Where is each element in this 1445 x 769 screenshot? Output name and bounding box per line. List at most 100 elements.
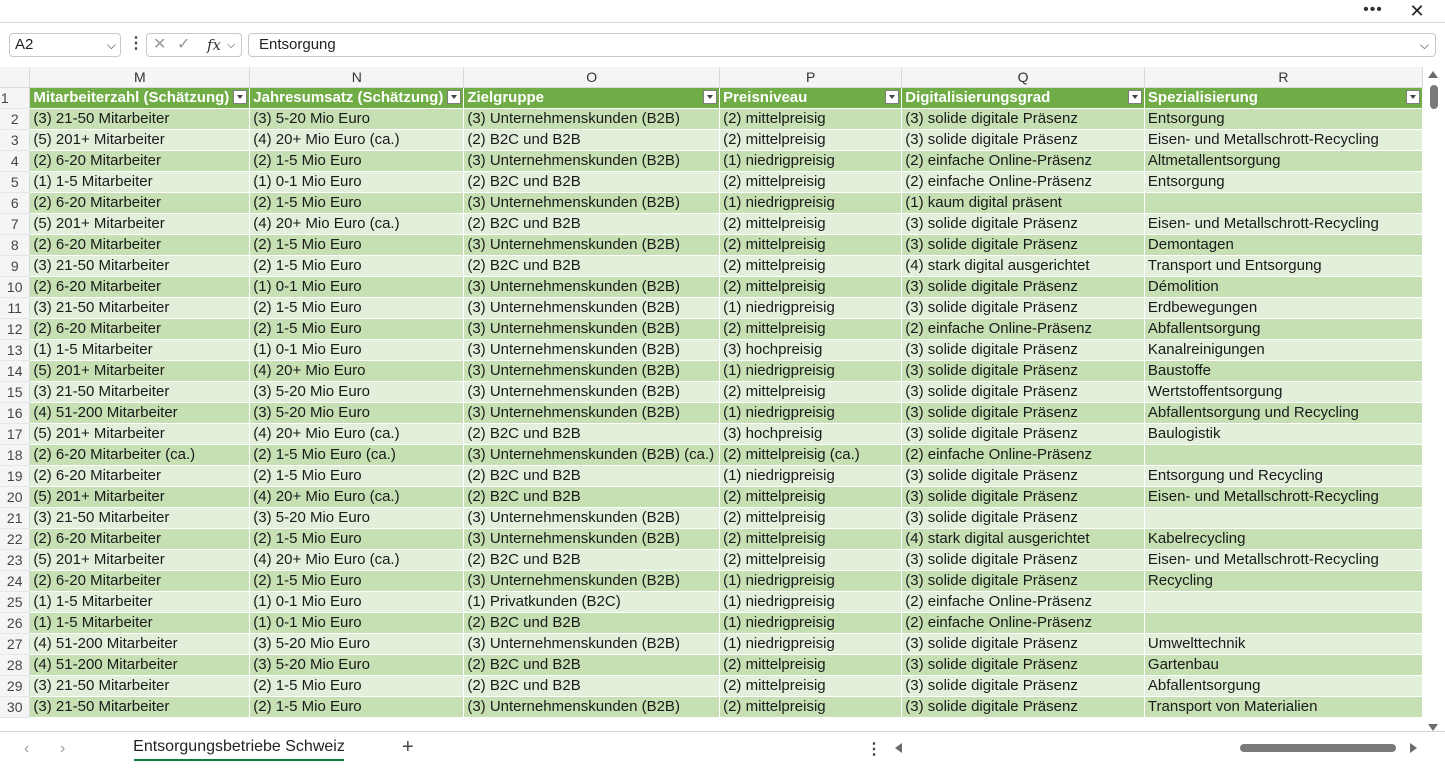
row-number[interactable]: 25 [0, 591, 31, 613]
table-cell[interactable]: (2) 1-5 Mio Euro [249, 150, 465, 172]
table-cell[interactable]: (2) B2C und B2B [463, 213, 721, 235]
table-cell[interactable]: (2) 1-5 Mio Euro [249, 528, 465, 550]
column-header[interactable]: P [719, 67, 903, 88]
table-cell[interactable]: (1) niedrigpreisig [719, 612, 903, 634]
table-cell[interactable]: (2) 6-20 Mitarbeiter [29, 150, 251, 172]
table-cell[interactable]: (5) 201+ Mitarbeiter [29, 360, 251, 382]
table-cell[interactable]: (3) Unternehmenskunden (B2B) [463, 318, 721, 340]
table-cell[interactable]: (3) Unternehmenskunden (B2B) [463, 108, 721, 130]
row-number[interactable]: 24 [0, 570, 31, 592]
scrollbar-thumb[interactable] [1430, 85, 1438, 109]
table-cell[interactable]: (3) Unternehmenskunden (B2B) [463, 276, 721, 298]
table-cell[interactable]: (3) 5-20 Mio Euro [249, 654, 465, 676]
table-cell[interactable]: (2) 1-5 Mio Euro [249, 465, 465, 487]
table-cell[interactable]: Gartenbau [1144, 654, 1423, 676]
table-cell[interactable]: (1) 0-1 Mio Euro [249, 339, 465, 361]
table-cell[interactable]: (5) 201+ Mitarbeiter [29, 549, 251, 571]
header-cell[interactable]: Spezialisierung [1144, 87, 1423, 109]
table-cell[interactable]: (3) Unternehmenskunden (B2B) [463, 507, 721, 529]
table-cell[interactable]: (3) 21-50 Mitarbeiter [29, 297, 251, 319]
table-cell[interactable]: Umwelttechnik [1144, 633, 1423, 655]
table-cell[interactable]: (3) 21-50 Mitarbeiter [29, 255, 251, 277]
header-cell[interactable]: Zielgruppe [463, 87, 721, 109]
table-cell[interactable]: (4) 20+ Mio Euro [249, 360, 465, 382]
table-cell[interactable]: (2) 1-5 Mio Euro [249, 255, 465, 277]
filter-dropdown-icon[interactable] [885, 89, 900, 104]
chevron-down-icon[interactable]: ⌵ [227, 34, 235, 56]
table-cell[interactable]: (1) niedrigpreisig [719, 465, 903, 487]
table-cell[interactable]: (3) hochpreisig [719, 339, 903, 361]
column-header[interactable]: N [249, 67, 465, 88]
table-cell[interactable]: (2) B2C und B2B [463, 549, 721, 571]
table-cell[interactable]: (1) 0-1 Mio Euro [249, 171, 465, 193]
table-cell[interactable]: (2) mittelpreisig [719, 507, 903, 529]
table-cell[interactable]: (1) 1-5 Mitarbeiter [29, 339, 251, 361]
table-cell[interactable]: Eisen- und Metallschrott-Recycling [1144, 129, 1423, 151]
table-cell[interactable]: (3) solide digitale Präsenz [901, 234, 1145, 256]
filter-dropdown-icon[interactable] [703, 89, 718, 104]
table-cell[interactable]: (2) mittelpreisig (ca.) [719, 444, 903, 466]
table-cell[interactable]: Entsorgung und Recycling [1144, 465, 1423, 487]
chevron-down-icon[interactable]: ⌵ [107, 34, 116, 56]
spreadsheet-grid[interactable]: M N O P Q R 1 Mitarbeiterzahl (Schätzung) Jahres… [0, 67, 1423, 737]
table-cell[interactable]: (2) B2C und B2B [463, 612, 721, 634]
row-number[interactable]: 29 [0, 675, 31, 697]
table-cell[interactable]: (3) Unternehmenskunden (B2B) [463, 192, 721, 214]
table-cell[interactable]: (5) 201+ Mitarbeiter [29, 486, 251, 508]
horizontal-scrollbar-thumb[interactable] [1240, 744, 1396, 752]
table-cell[interactable]: (2) einfache Online-Präsenz [901, 591, 1145, 613]
row-number[interactable]: 19 [0, 465, 31, 487]
table-cell[interactable]: (3) 21-50 Mitarbeiter [29, 381, 251, 403]
table-cell[interactable]: (2) mittelpreisig [719, 654, 903, 676]
table-cell[interactable]: (2) 1-5 Mio Euro [249, 318, 465, 340]
row-number[interactable]: 9 [0, 255, 31, 277]
column-header[interactable]: M [29, 67, 251, 88]
row-number[interactable]: 1 [0, 87, 31, 109]
table-cell[interactable]: (1) 1-5 Mitarbeiter [29, 171, 251, 193]
table-cell[interactable]: (1) Privatkunden (B2C) [463, 591, 721, 613]
scroll-left-icon[interactable] [895, 743, 902, 753]
insert-function-icon[interactable]: fx [207, 34, 221, 56]
table-cell[interactable] [1144, 192, 1423, 214]
table-cell[interactable]: (4) 20+ Mio Euro (ca.) [249, 129, 465, 151]
table-cell[interactable]: (2) B2C und B2B [463, 654, 721, 676]
table-cell[interactable]: (3) solide digitale Präsenz [901, 339, 1145, 361]
table-cell[interactable]: (2) einfache Online-Präsenz [901, 444, 1145, 466]
table-cell[interactable]: (1) 0-1 Mio Euro [249, 612, 465, 634]
table-cell[interactable]: (5) 201+ Mitarbeiter [29, 423, 251, 445]
table-cell[interactable]: (2) B2C und B2B [463, 423, 721, 445]
select-all-corner[interactable] [0, 67, 31, 88]
table-cell[interactable]: (2) mittelpreisig [719, 129, 903, 151]
table-cell[interactable]: (4) stark digital ausgerichtet [901, 255, 1145, 277]
table-cell[interactable]: (5) 201+ Mitarbeiter [29, 213, 251, 235]
table-cell[interactable]: (2) B2C und B2B [463, 171, 721, 193]
table-cell[interactable]: (2) 6-20 Mitarbeiter [29, 192, 251, 214]
table-cell[interactable]: (3) solide digitale Präsenz [901, 108, 1145, 130]
table-cell[interactable]: (2) mittelpreisig [719, 549, 903, 571]
table-cell[interactable]: (2) 1-5 Mio Euro [249, 192, 465, 214]
table-cell[interactable]: (4) 20+ Mio Euro (ca.) [249, 423, 465, 445]
table-cell[interactable]: (2) mittelpreisig [719, 486, 903, 508]
table-cell[interactable]: (3) solide digitale Präsenz [901, 276, 1145, 298]
table-cell[interactable]: (3) solide digitale Präsenz [901, 696, 1145, 718]
row-number[interactable]: 16 [0, 402, 31, 424]
row-number[interactable]: 10 [0, 276, 31, 298]
table-cell[interactable]: (2) 1-5 Mio Euro (ca.) [249, 444, 465, 466]
row-number[interactable]: 5 [0, 171, 31, 193]
table-cell[interactable]: (1) niedrigpreisig [719, 360, 903, 382]
row-number[interactable]: 7 [0, 213, 31, 235]
table-cell[interactable]: (3) solide digitale Präsenz [901, 402, 1145, 424]
scroll-down-icon[interactable] [1428, 724, 1438, 731]
table-cell[interactable]: (3) 5-20 Mio Euro [249, 633, 465, 655]
column-header[interactable]: R [1144, 67, 1423, 88]
header-cell[interactable]: Digitalisierungsgrad [901, 87, 1145, 109]
table-cell[interactable]: (1) 1-5 Mitarbeiter [29, 591, 251, 613]
table-cell[interactable]: (3) Unternehmenskunden (B2B) (ca.) [463, 444, 721, 466]
table-cell[interactable]: Wertstoffentsorgung [1144, 381, 1423, 403]
table-cell[interactable]: (2) 1-5 Mio Euro [249, 297, 465, 319]
table-cell[interactable]: (2) mittelpreisig [719, 528, 903, 550]
row-number[interactable]: 2 [0, 108, 31, 130]
table-cell[interactable]: (3) 5-20 Mio Euro [249, 507, 465, 529]
vertical-dots-icon[interactable]: ⋮ [128, 33, 144, 57]
table-cell[interactable]: (3) solide digitale Präsenz [901, 129, 1145, 151]
